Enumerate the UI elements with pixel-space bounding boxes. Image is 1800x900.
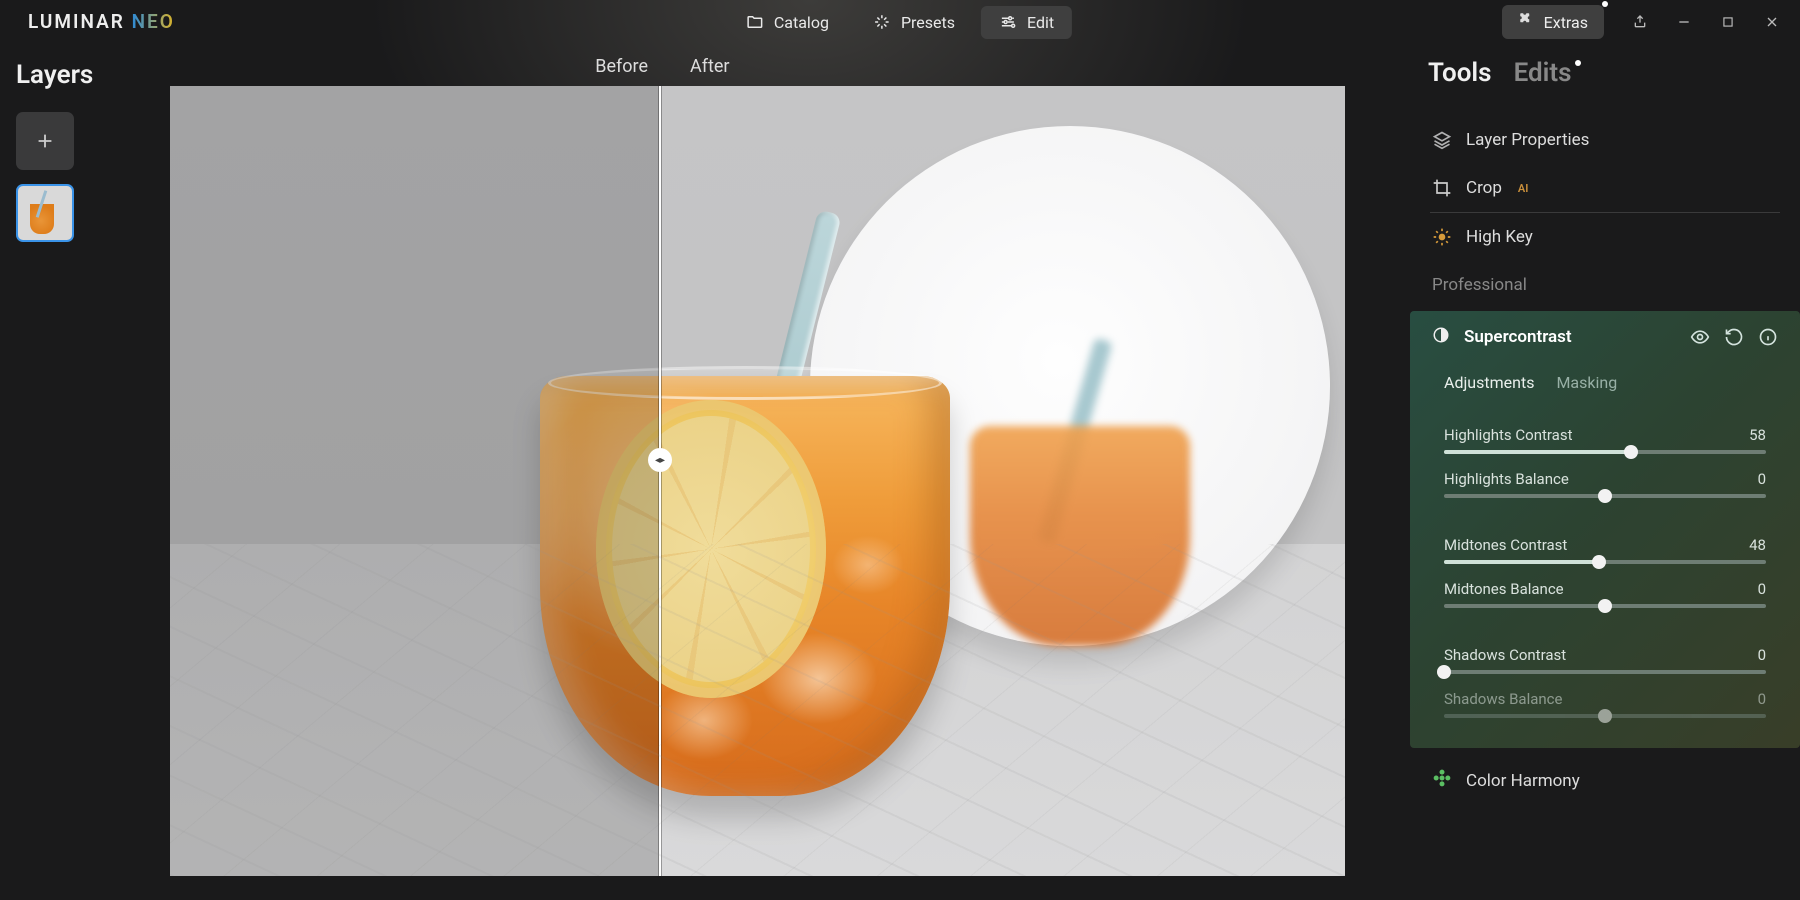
image-canvas[interactable]: ◂▸: [170, 86, 1345, 876]
nav-presets[interactable]: Presets: [855, 6, 973, 39]
reflection: [970, 396, 1190, 646]
divider-handle-icon[interactable]: ◂▸: [648, 448, 672, 472]
contrast-icon: [1432, 326, 1450, 348]
tool-high-key[interactable]: High Key: [1428, 213, 1782, 261]
slider-label: Shadows Contrast: [1444, 646, 1566, 664]
puzzle-icon: [1518, 11, 1536, 33]
supercontrast-sliders: Highlights Contrast 58 Highlights Balance 0…: [1410, 426, 1800, 718]
slider-thumb[interactable]: [1598, 489, 1612, 503]
ai-badge: AI: [1518, 182, 1529, 195]
app-logo: LUMINAR NEO: [28, 10, 175, 34]
layers-title: Layers: [16, 60, 146, 90]
canvas-area: Before After ◂▸: [170, 50, 1345, 900]
after-label: After: [690, 56, 730, 77]
slider-track[interactable]: [1444, 670, 1766, 674]
crop-icon: [1432, 178, 1452, 198]
slider-label-row: Highlights Contrast 58: [1444, 426, 1766, 444]
layers-panel: Layers: [16, 60, 146, 242]
main-nav: Catalog Presets Edit: [728, 6, 1072, 39]
extras-label: Extras: [1544, 13, 1588, 32]
slider-thumb[interactable]: [1624, 445, 1638, 459]
slider-thumb[interactable]: [1437, 665, 1451, 679]
extras-button[interactable]: Extras: [1502, 5, 1604, 39]
slider-value: 58: [1749, 426, 1766, 444]
tool-color-harmony[interactable]: Color Harmony: [1428, 748, 1782, 793]
slider-label: Midtones Contrast: [1444, 536, 1567, 554]
minimize-button[interactable]: [1676, 14, 1692, 30]
section-professional: Professional: [1428, 261, 1782, 305]
slider-label: Midtones Balance: [1444, 580, 1564, 598]
slider-value: 0: [1758, 646, 1766, 664]
tool-label: Color Harmony: [1466, 771, 1580, 791]
folder-icon: [746, 13, 764, 31]
slider-label-row: Shadows Balance 0: [1444, 690, 1766, 708]
slider-thumb[interactable]: [1598, 599, 1612, 613]
sparkle-icon: [873, 13, 891, 31]
slider-thumb[interactable]: [1598, 709, 1612, 723]
right-tabs: Tools Edits: [1428, 58, 1782, 88]
tool-label: Crop: [1466, 178, 1502, 198]
layers-icon: [1432, 130, 1452, 150]
window-controls-area: Extras: [1502, 5, 1780, 39]
slider-track[interactable]: [1444, 604, 1766, 608]
close-button[interactable]: [1764, 14, 1780, 30]
slider-value: 48: [1749, 536, 1766, 554]
supercontrast-panel: Supercontrast Adjustments Masking Highli…: [1410, 311, 1800, 748]
add-layer-button[interactable]: [16, 112, 74, 170]
share-icon[interactable]: [1632, 14, 1648, 30]
tab-edits[interactable]: Edits: [1514, 58, 1572, 88]
nav-catalog[interactable]: Catalog: [728, 6, 847, 39]
nav-edit[interactable]: Edit: [981, 6, 1072, 39]
tool-label: High Key: [1466, 227, 1533, 247]
top-bar: LUMINAR NEO Catalog Presets Edit Ex: [0, 0, 1800, 44]
flower-icon: [1432, 768, 1452, 793]
slider-label: Highlights Balance: [1444, 470, 1569, 488]
slider-label: Shadows Balance: [1444, 690, 1562, 708]
slider-track[interactable]: [1444, 450, 1766, 454]
tool-layer-properties[interactable]: Layer Properties: [1428, 116, 1782, 164]
right-panel: Tools Edits Layer Properties Crop AI Hig…: [1400, 50, 1800, 900]
slider-label-row: Shadows Contrast 0: [1444, 646, 1766, 664]
nav-label: Presets: [901, 13, 955, 32]
supercontrast-tabs: Adjustments Masking: [1410, 363, 1800, 410]
tool-crop[interactable]: Crop AI: [1428, 164, 1782, 212]
slider-value: 0: [1758, 690, 1766, 708]
sliders-icon: [999, 13, 1017, 31]
supercontrast-header[interactable]: Supercontrast: [1410, 311, 1800, 363]
supercontrast-title: Supercontrast: [1464, 327, 1676, 347]
reset-icon[interactable]: [1724, 327, 1744, 347]
tab-tools[interactable]: Tools: [1428, 58, 1492, 88]
slider-thumb[interactable]: [1592, 555, 1606, 569]
slider-label-row: Highlights Balance 0: [1444, 470, 1766, 488]
nav-label: Edit: [1027, 13, 1054, 32]
tool-label: Layer Properties: [1466, 130, 1589, 150]
sc-tab-adjustments[interactable]: Adjustments: [1444, 373, 1534, 392]
nav-label: Catalog: [774, 13, 829, 32]
before-after-divider[interactable]: ◂▸: [659, 86, 661, 876]
slider-track[interactable]: [1444, 714, 1766, 718]
slider-value: 0: [1758, 580, 1766, 598]
info-icon[interactable]: [1758, 327, 1778, 347]
slider-track[interactable]: [1444, 494, 1766, 498]
slider-label: Highlights Contrast: [1444, 426, 1573, 444]
layer-thumbnail[interactable]: [16, 184, 74, 242]
before-label: Before: [595, 56, 648, 77]
slider-label-row: Midtones Contrast 48: [1444, 536, 1766, 554]
slider-label-row: Midtones Balance 0: [1444, 580, 1766, 598]
slider-track[interactable]: [1444, 560, 1766, 564]
highkey-icon: [1432, 227, 1452, 247]
sc-tab-masking[interactable]: Masking: [1556, 373, 1617, 392]
slider-value: 0: [1758, 470, 1766, 488]
visibility-toggle-icon[interactable]: [1690, 327, 1710, 347]
cocktail-glass: [540, 336, 950, 796]
maximize-button[interactable]: [1720, 14, 1736, 30]
